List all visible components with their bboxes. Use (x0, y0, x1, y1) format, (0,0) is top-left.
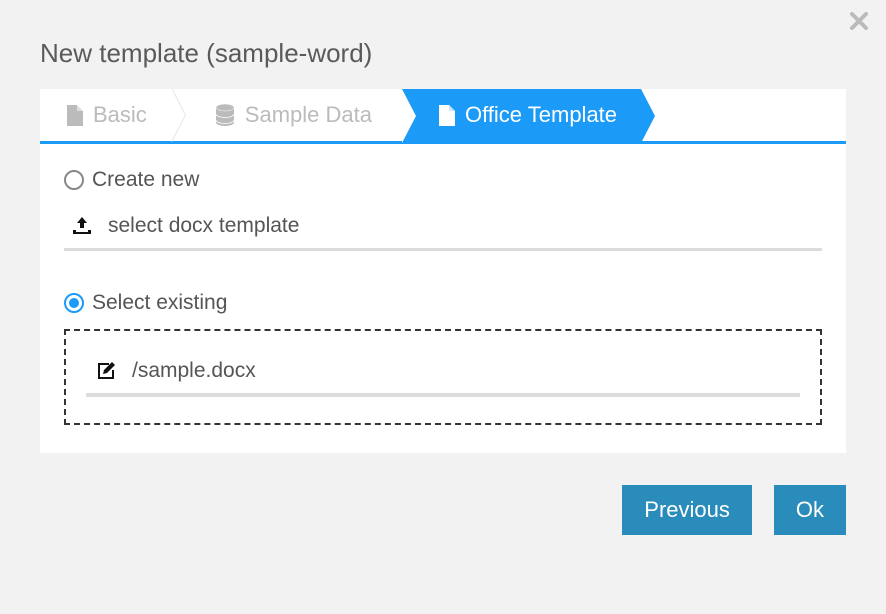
close-icon[interactable] (850, 12, 868, 30)
wizard-panel: Basic Sample Data (40, 89, 846, 453)
radio-create-new-label: Create new (92, 168, 199, 192)
upload-icon (68, 216, 96, 236)
radio-select-existing[interactable] (64, 293, 84, 313)
file-icon (66, 105, 83, 126)
radio-select-existing-label: Select existing (92, 291, 227, 315)
file-icon (438, 105, 455, 126)
ok-button[interactable]: Ok (774, 485, 846, 535)
step-separator-icon (169, 89, 189, 141)
selected-file-value: /sample.docx (132, 359, 256, 383)
selected-file-box: /sample.docx (64, 329, 822, 425)
step-basic-label: Basic (93, 102, 147, 128)
step-office-template[interactable]: Office Template (402, 89, 641, 141)
database-icon (215, 104, 235, 126)
dialog-footer: Previous Ok (40, 485, 846, 535)
step-office-template-label: Office Template (465, 102, 617, 128)
step-basic[interactable]: Basic (40, 89, 169, 141)
wizard-content: Create new select docx template Select e… (40, 144, 846, 453)
selected-file-field[interactable]: /sample.docx (86, 353, 800, 397)
step-sample-data-label: Sample Data (245, 102, 372, 128)
option-create-new[interactable]: Create new (64, 168, 822, 192)
dialog-title: New template (sample-word) (40, 38, 846, 69)
edit-icon (90, 361, 122, 381)
radio-create-new[interactable] (64, 170, 84, 190)
wizard-steps: Basic Sample Data (40, 89, 846, 144)
option-select-existing[interactable]: Select existing (64, 291, 822, 315)
step-sample-data[interactable]: Sample Data (189, 89, 394, 141)
upload-field[interactable]: select docx template (64, 206, 822, 251)
previous-button[interactable]: Previous (622, 485, 752, 535)
upload-placeholder: select docx template (108, 214, 818, 238)
